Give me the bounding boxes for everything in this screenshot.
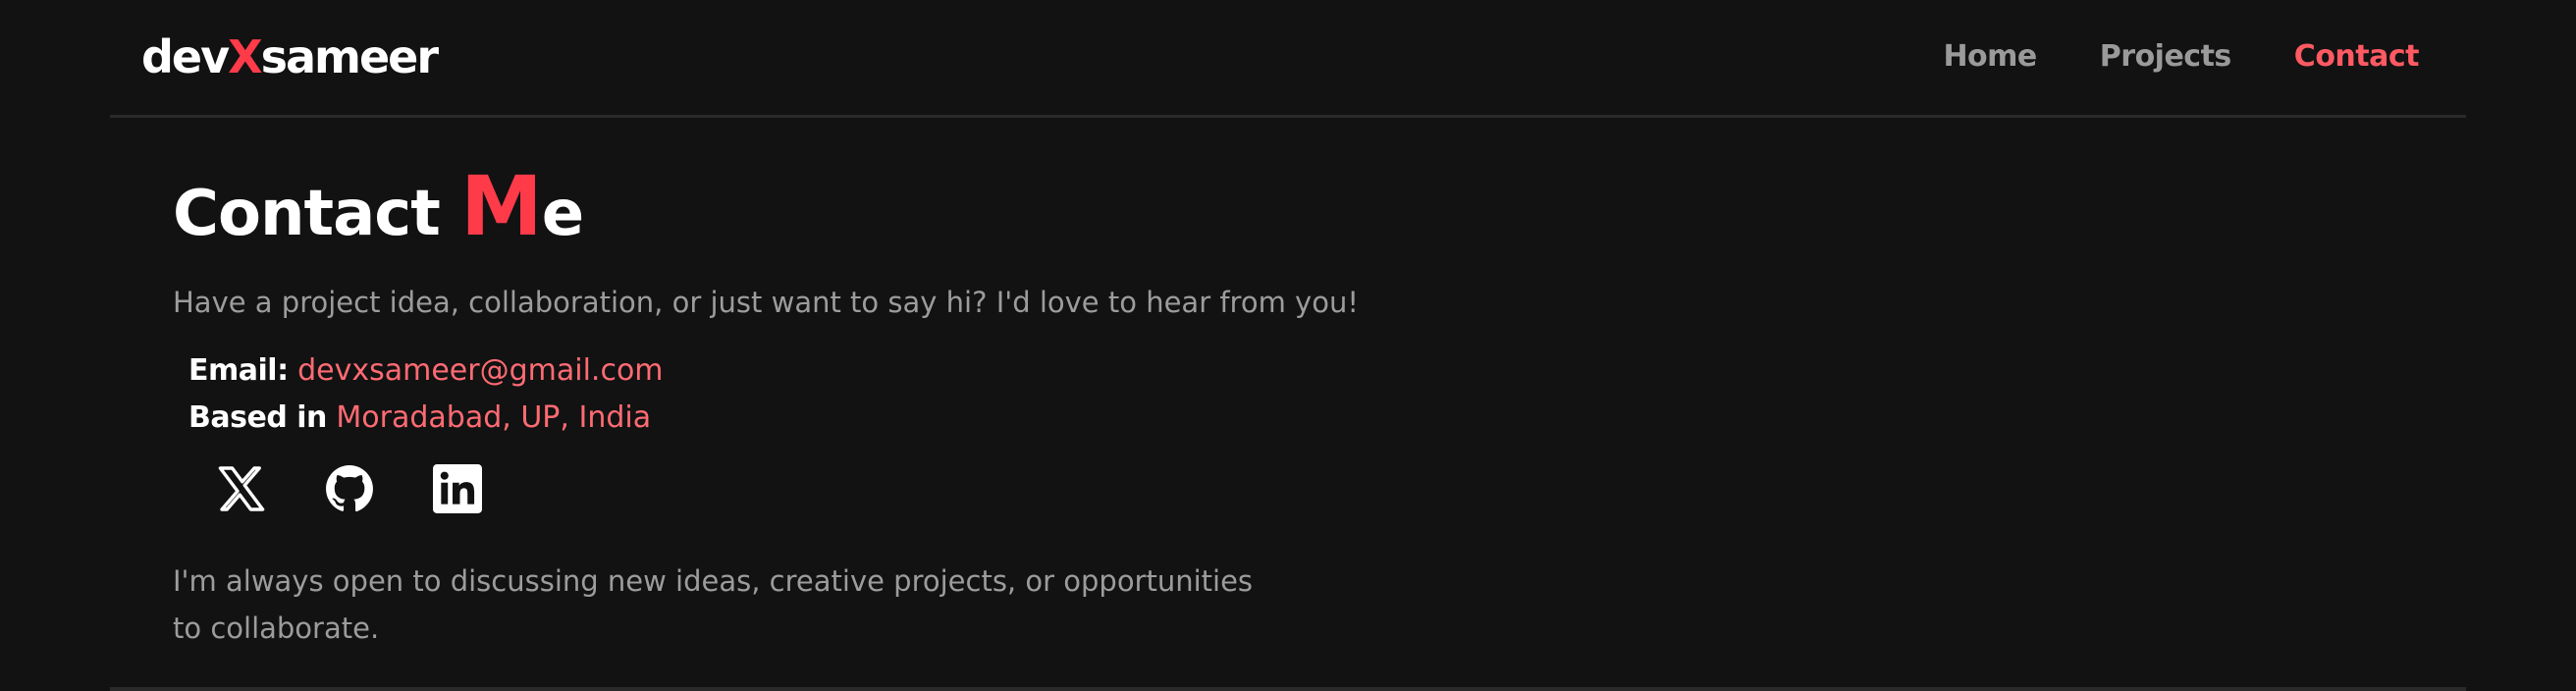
contact-info: Email: devxsameer@gmail.com Based in Mor… [173, 347, 1940, 442]
email-link[interactable]: devxsameer@gmail.com [297, 353, 663, 388]
github-icon[interactable] [324, 463, 375, 514]
email-label: Email: [188, 353, 289, 388]
logo-suffix: sameer [260, 30, 439, 83]
page-title: Contact Me [173, 157, 1940, 263]
page: devXsameer Home Projects Contact Contact… [110, 0, 2466, 691]
x-twitter-icon[interactable] [216, 463, 267, 514]
outro-line-1: I'm always open to discussing new ideas,… [173, 564, 1254, 598]
footer-divider [110, 687, 2466, 691]
nav-link-home[interactable]: Home [1943, 33, 2037, 80]
location-line: Based in Moradabad, UP, India [188, 395, 1940, 442]
nav-link-projects[interactable]: Projects [2100, 33, 2232, 80]
location-value: Moradabad, UP, India [336, 400, 652, 435]
outro-line-2: to collaborate. [173, 611, 380, 645]
outro-text: I'm always open to discussing new ideas,… [173, 558, 1272, 652]
main-nav: Home Projects Contact [1943, 33, 2419, 80]
location-label: Based in [188, 400, 327, 435]
title-suffix: e [541, 178, 584, 250]
navbar: devXsameer Home Projects Contact [110, 0, 2466, 118]
intro-text: Have a project idea, collaboration, or j… [173, 286, 1359, 319]
email-line: Email: devxsameer@gmail.com [188, 347, 1940, 395]
contact-section: Contact Me Have a project idea, collabor… [173, 157, 1940, 652]
logo-prefix: dev [141, 30, 230, 83]
nav-link-contact[interactable]: Contact [2294, 33, 2420, 80]
title-accent-letter: M [460, 158, 543, 254]
linkedin-icon[interactable] [432, 463, 483, 514]
logo-accent-letter: X [228, 30, 262, 83]
site-logo[interactable]: devXsameer [141, 27, 439, 86]
title-prefix: Contact [173, 178, 461, 250]
social-links [173, 463, 1940, 514]
